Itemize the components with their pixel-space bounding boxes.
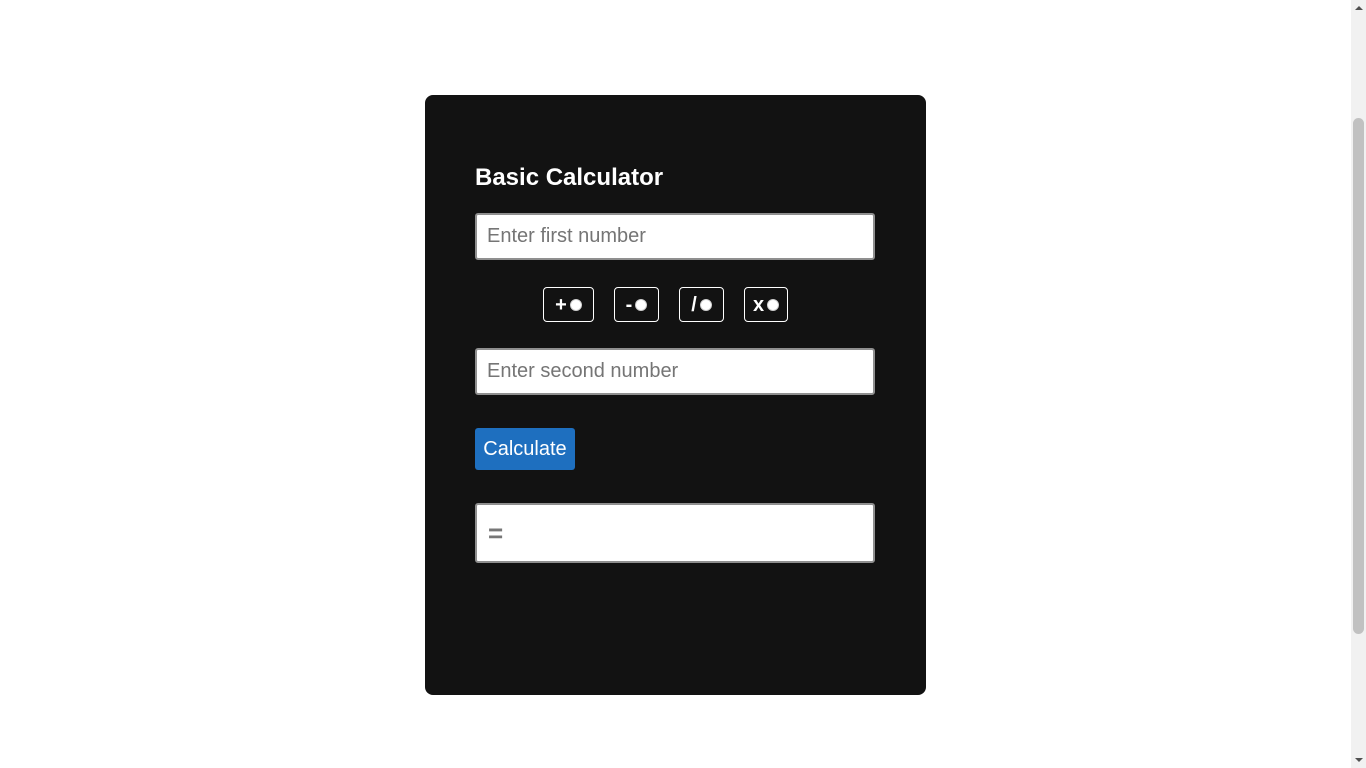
first-number-input[interactable] bbox=[475, 213, 875, 260]
operator-multiply-label: x bbox=[752, 293, 765, 316]
operator-divide-radio[interactable] bbox=[699, 298, 712, 311]
scrollbar-thumb[interactable] bbox=[1353, 118, 1364, 634]
operator-add-label: + bbox=[555, 293, 567, 316]
operator-divide-label: / bbox=[691, 293, 697, 316]
vertical-scrollbar[interactable] bbox=[1351, 0, 1366, 768]
operator-multiply-radio[interactable] bbox=[767, 298, 780, 311]
scroll-up-arrow-icon[interactable] bbox=[1351, 0, 1366, 16]
second-number-input[interactable] bbox=[475, 348, 875, 395]
operator-multiply-option[interactable]: x bbox=[744, 287, 788, 322]
operator-subtract-radio[interactable] bbox=[635, 298, 648, 311]
scroll-down-arrow-icon[interactable] bbox=[1351, 752, 1366, 768]
calculate-button[interactable]: Calculate bbox=[475, 428, 575, 470]
operator-subtract-option[interactable]: - bbox=[614, 287, 659, 322]
operator-add-radio[interactable] bbox=[569, 298, 582, 311]
operator-subtract-label: - bbox=[625, 293, 633, 316]
calculator-title: Basic Calculator bbox=[475, 164, 664, 191]
operator-add-option[interactable]: + bbox=[543, 287, 594, 322]
equals-sign: = bbox=[488, 517, 504, 548]
operator-divide-option[interactable]: / bbox=[679, 287, 724, 322]
result-output: = bbox=[475, 503, 875, 563]
page-viewport: Basic Calculator + - / x Calculate = bbox=[0, 0, 1351, 768]
calculator-card: Basic Calculator + - / x Calculate = bbox=[425, 95, 926, 695]
